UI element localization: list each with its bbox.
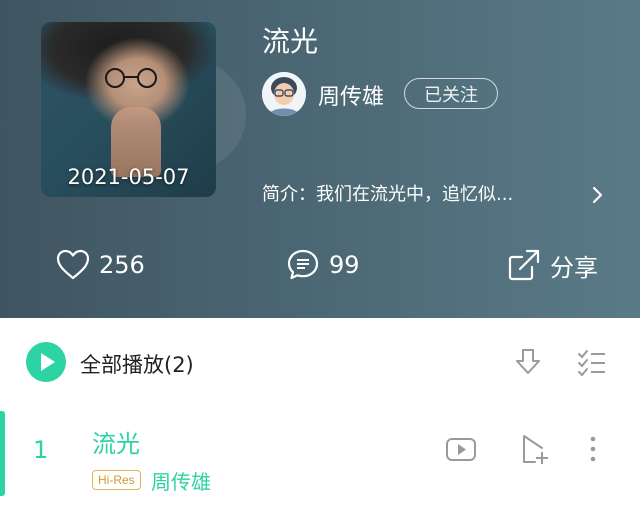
glasses-decoration <box>105 68 157 88</box>
add-to-playlist-icon[interactable] <box>518 432 552 466</box>
play-all-button[interactable] <box>26 342 66 382</box>
download-icon[interactable] <box>512 346 544 378</box>
chevron-right-icon[interactable] <box>590 184 606 206</box>
release-date: 2021-05-07 <box>67 165 190 189</box>
like-count: 256 <box>99 251 145 279</box>
comment-button[interactable]: 99 <box>285 245 360 285</box>
track-artist: 周传雄 <box>151 470 211 494</box>
like-button[interactable]: 256 <box>55 245 145 285</box>
hi-res-badge: Hi-Res <box>92 470 141 490</box>
share-icon <box>508 249 540 281</box>
video-icon[interactable] <box>444 432 478 466</box>
track-list-panel: 全部播放(2) 1 流光 Hi-Res 周传雄 <box>0 318 640 513</box>
play-all-label[interactable]: 全部播放(2) <box>80 349 194 379</box>
avatar-image-icon <box>262 72 306 116</box>
album-header: 2021-05-07 流光 周传雄 已关注 简介：我们在流光中，追忆似... 2… <box>0 0 640 318</box>
more-options-icon[interactable] <box>576 432 610 466</box>
track-title: 流光 <box>92 430 140 458</box>
comment-count: 99 <box>329 251 360 279</box>
artist-avatar[interactable] <box>262 72 306 116</box>
album-intro[interactable]: 简介：我们在流光中，追忆似... <box>262 180 513 206</box>
action-bar: 256 99 分享 <box>0 245 640 285</box>
artist-name[interactable]: 周传雄 <box>318 79 384 111</box>
heart-icon <box>56 249 90 280</box>
share-label: 分享 <box>550 253 598 282</box>
comment-icon <box>287 249 319 280</box>
track-index: 1 <box>33 436 49 464</box>
album-title: 流光 <box>262 25 319 58</box>
multi-select-icon[interactable] <box>576 346 608 378</box>
play-icon <box>41 353 55 371</box>
now-playing-indicator <box>0 411 5 496</box>
share-button[interactable]: 分享 <box>506 245 598 285</box>
follow-button[interactable]: 已关注 <box>404 78 498 109</box>
album-cover[interactable]: 2021-05-07 <box>41 22 216 197</box>
